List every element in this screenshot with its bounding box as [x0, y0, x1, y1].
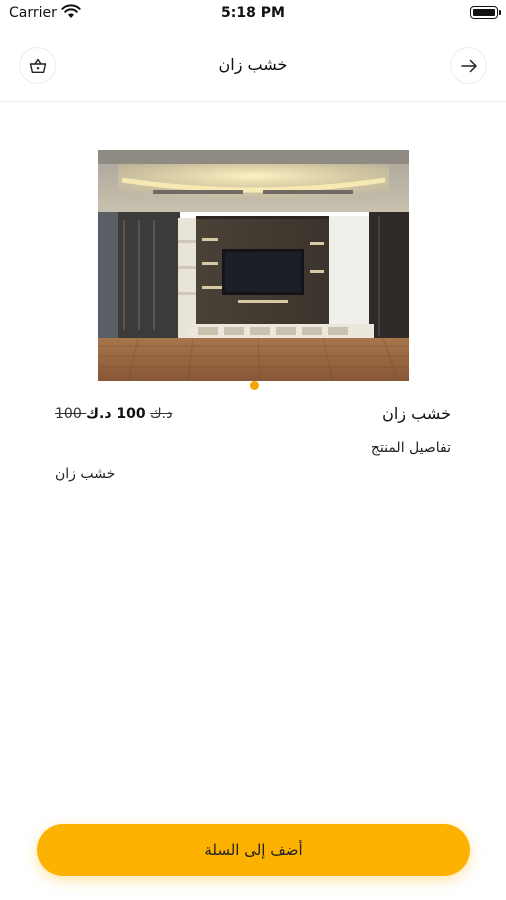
product-details-heading: تفاصيل المنتج [370, 440, 451, 456]
carousel-indicator-dot[interactable] [250, 381, 259, 390]
current-price: 100 د.ك [86, 406, 146, 422]
product-name: خشب زان [382, 404, 451, 423]
product-detail-screen: Carrier 5:18 PM خشب زان خشب زان 100 د.ك … [0, 0, 506, 900]
product-description: خشب زان [55, 466, 116, 482]
battery-icon [470, 6, 501, 19]
page-title: خشب زان [218, 55, 288, 74]
back-button[interactable] [450, 47, 487, 84]
arrow-right-icon [460, 59, 477, 72]
status-bar: Carrier 5:18 PM [0, 0, 506, 28]
nav-bar: خشب زان [0, 30, 506, 102]
clock: 5:18 PM [221, 5, 285, 21]
living-room-tv-wall-photo [98, 150, 409, 381]
price-block: 100 د.ك 100 د.ك [55, 406, 178, 422]
product-image[interactable] [98, 150, 409, 381]
add-to-cart-button[interactable]: أضف إلى السلة [37, 824, 470, 876]
